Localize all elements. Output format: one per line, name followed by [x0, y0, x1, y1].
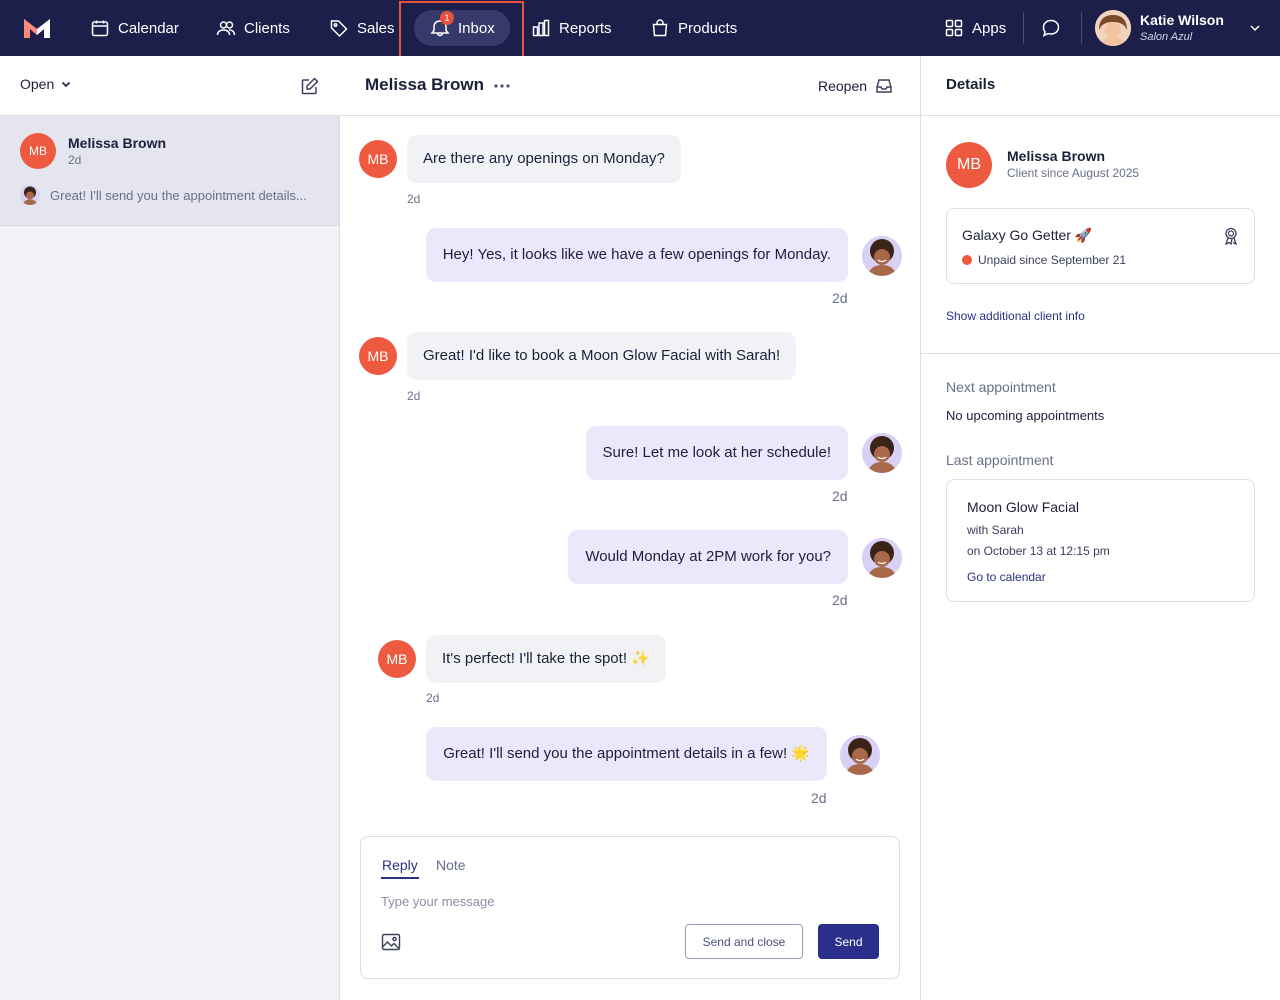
apps-grid-icon [945, 19, 963, 37]
membership-card: Galaxy Go Getter 🚀 Unpaid since Septembe… [946, 208, 1255, 284]
chat-contact-name: Melissa Brown [365, 75, 485, 94]
message-time: 2d [407, 192, 421, 206]
status-filter-dropdown[interactable]: Open [20, 76, 72, 92]
nav-clients[interactable]: Clients [216, 0, 290, 56]
staff-avatar [862, 538, 902, 578]
conversation-list-header: Open [0, 56, 340, 116]
details-title: Details [946, 76, 996, 93]
tab-reply[interactable]: Reply [382, 857, 418, 873]
section-divider [921, 353, 1280, 354]
inbox-highlight-frame [399, 1, 524, 58]
message-bubble: Great! I'll send you the appointment det… [426, 727, 827, 781]
appointment-service: Moon Glow Facial [967, 499, 1080, 515]
clients-icon [216, 21, 236, 36]
user-salon: Salon Azul [1140, 31, 1193, 43]
message-bubble: Great! I'd like to book a Moon Glow Faci… [407, 332, 797, 380]
user-name: Katie Wilson [1140, 12, 1224, 28]
nav-reports[interactable]: Reports [531, 0, 612, 56]
client-avatar: MB [946, 142, 992, 188]
message-time: 2d [811, 790, 827, 806]
reopen-label: Reopen [818, 78, 868, 94]
message-bubble: It's perfect! I'll take the spot! ✨ [426, 635, 666, 683]
chat-panel: Melissa Brown Reopen MB Are there any op… [340, 56, 921, 1000]
chat-header: Melissa Brown Reopen [340, 56, 920, 116]
chevron-down-icon[interactable] [1248, 21, 1262, 35]
shopping-bag-icon [652, 19, 668, 37]
message-time: 2d [832, 592, 848, 608]
client-avatar: MB [359, 337, 397, 375]
appointment-staff: with Sarah [967, 523, 1024, 537]
user-avatar[interactable] [1095, 10, 1131, 46]
nav-divider [1081, 12, 1082, 44]
nav-products[interactable]: Products [650, 0, 737, 56]
reopen-inbox-icon [876, 79, 892, 93]
membership-name: Galaxy Go Getter 🚀 [962, 227, 1093, 243]
chevron-down-icon [62, 81, 71, 88]
tag-icon [330, 20, 348, 38]
client-since: Client since August 2025 [1007, 166, 1140, 180]
conversation-name: Melissa Brown [68, 135, 167, 151]
nav-calendar[interactable]: Calendar [90, 0, 179, 56]
bar-chart-icon [532, 19, 550, 37]
tab-note[interactable]: Note [436, 857, 466, 873]
top-navigation-bar: Calendar Clients Sales Inbox 1 Reports P… [0, 0, 1280, 58]
appointment-datetime: on October 13 at 12:15 pm [967, 544, 1110, 558]
next-appointment-label: Next appointment [946, 379, 1056, 395]
status-filter-label: Open [20, 76, 55, 92]
client-avatar: MB [378, 640, 416, 678]
tab-reply-underline [381, 877, 419, 879]
message-time: 2d [832, 488, 848, 504]
app-logo-icon[interactable] [22, 16, 52, 40]
client-name[interactable]: Melissa Brown [1007, 148, 1105, 164]
message-time: 2d [426, 691, 440, 705]
ellipsis-icon[interactable] [494, 82, 510, 90]
conversation-item[interactable]: MB Melissa Brown 2d Great! I'll send you… [0, 116, 339, 226]
staff-avatar [862, 236, 902, 276]
message-bubble: Hey! Yes, it looks like we have a few op… [425, 228, 848, 282]
client-avatar: MB [359, 140, 397, 178]
details-header: Details [921, 56, 1280, 116]
next-appointment-value: No upcoming appointments [946, 408, 1105, 423]
nav-calendar-label: Calendar [118, 19, 179, 37]
nav-reports-label: Reports [559, 19, 612, 37]
details-panel: Details MB Melissa Brown Client since Au… [921, 56, 1280, 1000]
nav-apps-label: Apps [972, 19, 1007, 37]
client-avatar: MB [20, 133, 56, 169]
message-bubble: Sure! Let me look at her schedule! [585, 426, 848, 480]
staff-avatar [862, 433, 902, 473]
conversation-list-panel: Open MB Melissa Brown 2d Great! I'll sen… [0, 56, 340, 1000]
message-time: 2d [407, 389, 421, 403]
nav-sales[interactable]: Sales [329, 0, 395, 56]
message-input[interactable] [381, 889, 881, 913]
membership-status: Unpaid since September 21 [978, 253, 1127, 267]
nav-messages-button[interactable] [1041, 0, 1061, 56]
conversation-preview: Great! I'll send you the appointment det… [50, 188, 307, 203]
last-appointment-card: Moon Glow Facial with Sarah on October 1… [946, 479, 1255, 602]
send-and-close-button[interactable]: Send and close [685, 924, 803, 959]
last-appointment-label: Last appointment [946, 452, 1054, 468]
nav-divider [1023, 12, 1024, 44]
nav-products-label: Products [678, 19, 738, 37]
chat-bubble-icon [1042, 19, 1060, 37]
reopen-button[interactable]: Reopen [818, 77, 893, 95]
compose-icon[interactable] [300, 76, 320, 96]
go-to-calendar-link[interactable]: Go to calendar [967, 570, 1046, 584]
image-attach-icon[interactable] [381, 932, 401, 952]
staff-avatar [840, 735, 880, 775]
message-composer: Reply Note Send and close Send [360, 836, 900, 979]
calendar-icon [91, 20, 109, 37]
message-time: 2d [832, 290, 848, 306]
nav-sales-label: Sales [357, 19, 395, 37]
conversation-time: 2d [68, 153, 82, 167]
message-bubble: Are there any openings on Monday? [407, 135, 681, 183]
award-ribbon-icon [1224, 227, 1238, 245]
message-bubble: Would Monday at 2PM work for you? [568, 530, 848, 584]
show-additional-info-link[interactable]: Show additional client info [946, 309, 1085, 323]
status-dot [962, 255, 972, 265]
nav-apps[interactable]: Apps [944, 0, 1006, 56]
nav-clients-label: Clients [244, 19, 290, 37]
send-button[interactable]: Send [818, 924, 879, 959]
staff-avatar-small [20, 185, 40, 205]
